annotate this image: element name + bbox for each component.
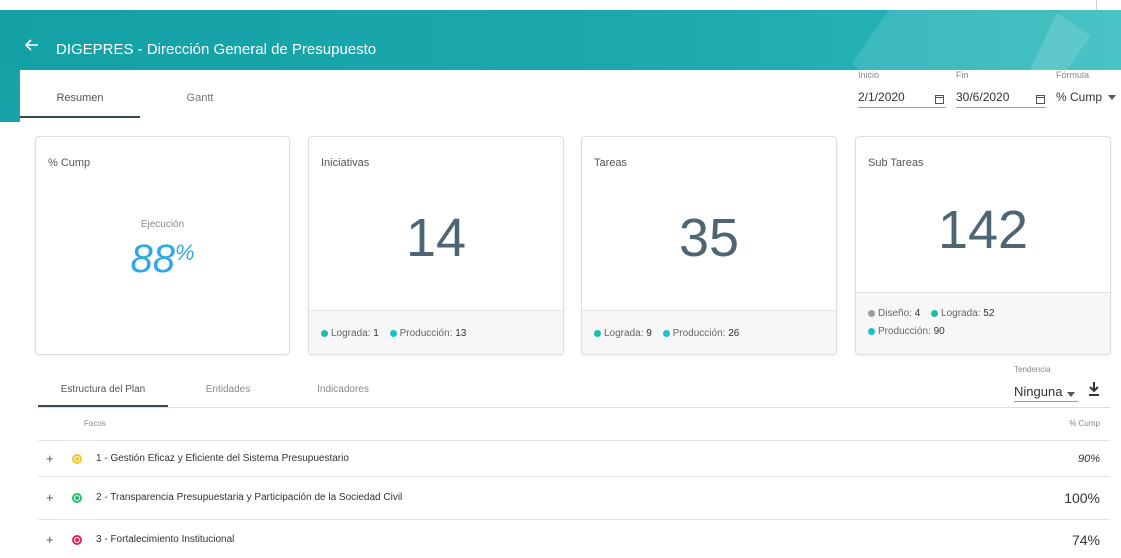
cump-unit: %	[174, 240, 195, 265]
tareas-count: 35	[678, 208, 740, 268]
status-dot	[868, 327, 875, 335]
card-title: Sub Tareas	[868, 157, 924, 169]
legend-value: 9	[646, 328, 652, 339]
card-cump: % Cump Ejecución 88%	[35, 136, 290, 355]
legend-label: Producción:	[878, 326, 931, 337]
fin-input[interactable]: 30/6/2020	[956, 90, 1046, 108]
header: DIGEPRES - Dirección General de Presupue…	[0, 0, 1121, 122]
tab-active-indicator	[20, 116, 140, 118]
legend-label: Lograda:	[331, 328, 371, 339]
row-label: 3 - Fortalecimiento Institucional	[96, 534, 235, 545]
legend-value: 52	[983, 308, 995, 319]
status-ring-icon	[72, 493, 82, 503]
formula-field[interactable]: Fórmula % Cump	[1056, 70, 1116, 107]
tab-estructura-del-plan[interactable]: Estructura del Plan	[38, 384, 168, 395]
header-left-strip	[0, 70, 20, 122]
status-ring-icon	[72, 454, 82, 464]
tab-active-indicator	[38, 405, 168, 407]
cump-value: 88%	[36, 237, 289, 282]
row-value: 74%	[1071, 532, 1100, 548]
legend: Producción: 90	[868, 326, 953, 337]
table-row[interactable]: + 2 - Transparencia Presupuestaria y Par…	[38, 477, 1110, 520]
inicio-field[interactable]: Inicio 2/1/2020	[858, 70, 946, 108]
status-dot	[321, 329, 328, 337]
legend-value: 1	[373, 328, 379, 339]
status-dot	[931, 309, 939, 317]
card-footer: Lograda: 9 Producción: 26	[582, 310, 836, 354]
section-tabs: Estructura del Plan Entidades Indicadore…	[38, 376, 1110, 408]
status-dot	[594, 329, 601, 337]
formula-select[interactable]: % Cump	[1056, 90, 1116, 107]
legend-value: 26	[728, 328, 740, 339]
app-title: DIGEPRES - Dirección General de Presupue…	[56, 41, 377, 58]
legend: Diseño: 4 Lograda: 52	[868, 308, 1002, 319]
status-ring-icon	[72, 535, 82, 545]
tendencia-label: Tendencia	[1014, 365, 1051, 374]
tab-indicadores[interactable]: Indicadores	[303, 384, 383, 395]
status-dot	[389, 329, 397, 337]
top-panel: Resumen Gantt Inicio 2/1/2020 Fin 30/6/2…	[20, 70, 1121, 122]
download-icon[interactable]	[1088, 381, 1100, 397]
table-header: Focos % Cump	[38, 410, 1110, 441]
legend-label: Producción:	[672, 328, 726, 339]
card-footer: Diseño: 4 Lograda: 52 Producción: 90	[856, 292, 1110, 354]
legend-label: Lograda:	[604, 328, 644, 339]
inicio-input[interactable]: 2/1/2020	[858, 90, 946, 108]
legend-label: Producción:	[399, 328, 453, 339]
cump-number: 88	[130, 237, 175, 281]
formula-label: Fórmula	[1056, 70, 1090, 80]
row-label: 1 - Gestión Eficaz y Eficiente del Siste…	[96, 453, 349, 464]
tab-gantt[interactable]: Gantt	[160, 92, 240, 104]
card-title: Iniciativas	[321, 157, 370, 169]
fin-field[interactable]: Fin 30/6/2020	[956, 70, 1046, 108]
table-row[interactable]: + 3 - Fortalecimiento Institucional 74%	[38, 520, 1110, 558]
inicio-label: Inicio	[858, 70, 880, 80]
status-dot	[662, 329, 670, 337]
legend-label: Diseño:	[878, 308, 912, 319]
expand-icon[interactable]: +	[46, 451, 54, 466]
row-value: 90%	[1077, 453, 1100, 465]
card-subtareas: Sub Tareas 142 Diseño: 4 Lograda: 52 Pro…	[855, 136, 1111, 355]
card-footer: Lograda: 1 Producción: 13	[309, 310, 563, 354]
card-iniciativas: Iniciativas 14 Lograda: 1 Producción: 13	[308, 136, 564, 355]
expand-icon[interactable]: +	[46, 532, 54, 547]
legend-label: Lograda:	[941, 308, 981, 319]
chevron-down-icon[interactable]	[1108, 95, 1116, 100]
legend-value: 4	[914, 308, 921, 319]
column-header-cump: % Cump	[1069, 419, 1100, 428]
card-tareas: Tareas 35 Lograda: 9 Producción: 26	[581, 136, 837, 355]
expand-icon[interactable]: +	[46, 490, 54, 505]
row-label: 2 - Transparencia Presupuestaria y Parti…	[96, 492, 403, 503]
window-edge-mark	[1096, 0, 1097, 10]
subtareas-count: 142	[937, 200, 1029, 260]
column-header-focos: Focos	[84, 419, 106, 428]
card-title: Tareas	[594, 157, 628, 169]
legend: Lograda: 9 Producción: 26	[594, 328, 747, 339]
chevron-down-icon[interactable]	[1067, 392, 1075, 397]
table-row[interactable]: + 1 - Gestión Eficaz y Eficiente del Sis…	[38, 441, 1110, 477]
row-value: 100%	[1064, 490, 1100, 506]
legend-value: 13	[455, 328, 467, 339]
tab-entidades[interactable]: Entidades	[188, 384, 268, 395]
status-dot	[868, 309, 875, 317]
calendar-icon[interactable]	[935, 95, 944, 104]
legend-value: 90	[933, 326, 945, 337]
ejecucion-label: Ejecución	[140, 219, 185, 230]
legend: Lograda: 1 Producción: 13	[321, 328, 474, 339]
card-title: % Cump	[48, 157, 91, 169]
arrow-left-icon[interactable]	[24, 36, 46, 58]
iniciativas-count: 14	[405, 208, 467, 268]
header-band: DIGEPRES - Dirección General de Presupue…	[0, 10, 1121, 70]
calendar-icon[interactable]	[1036, 95, 1045, 104]
fin-label: Fin	[956, 70, 969, 80]
